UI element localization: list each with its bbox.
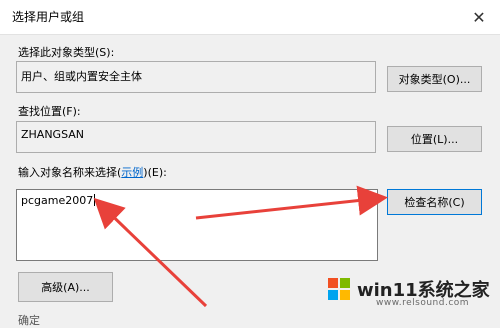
annotation-arrows: [93, 185, 388, 308]
watermark-url: www.relsound.com: [376, 298, 470, 308]
arrow-to-input: [93, 197, 208, 308]
windows-logo-icon: [328, 278, 350, 300]
arrow-to-check-names: [195, 185, 388, 220]
